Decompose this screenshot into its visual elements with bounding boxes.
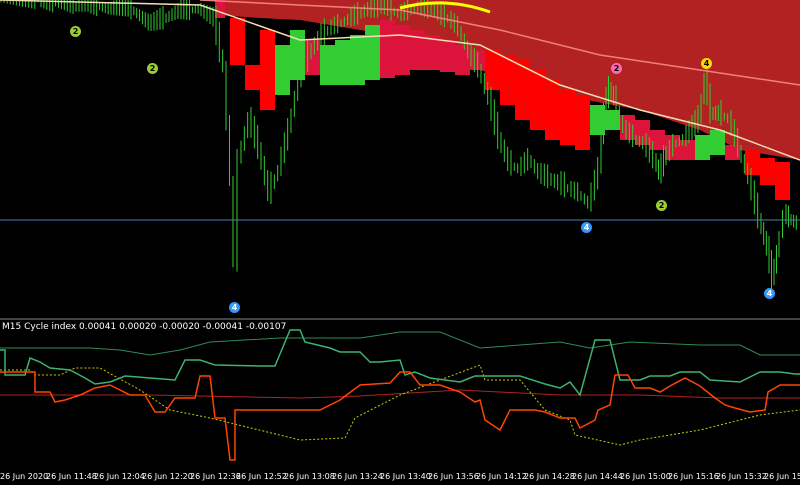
time-tick-label: 26 Jun 14:44 bbox=[572, 472, 623, 481]
lower-level-line bbox=[0, 364, 800, 446]
trend-block bbox=[545, 80, 560, 140]
trend-block bbox=[350, 35, 365, 85]
time-tick-label: 26 Jun 12:20 bbox=[142, 472, 193, 481]
time-tick-label: 26 Jun 15:16 bbox=[668, 472, 719, 481]
trend-block bbox=[560, 90, 575, 145]
cycle-signal-line bbox=[0, 329, 800, 397]
trend-block bbox=[395, 25, 410, 75]
time-tick-label: 26 Jun 13:40 bbox=[380, 472, 431, 481]
time-tick-label: 26 Jun 13:56 bbox=[428, 472, 479, 481]
price-chart-canvas[interactable] bbox=[0, 0, 800, 485]
trend-block bbox=[710, 130, 725, 155]
wave-marker: 2 bbox=[147, 63, 158, 74]
indicator-label: M15 Cycle index 0.00041 0.00020 -0.00020… bbox=[2, 322, 287, 332]
trend-block bbox=[530, 70, 545, 130]
wave-marker: 4 bbox=[581, 222, 592, 233]
time-tick-label: 26 Jun 14:12 bbox=[476, 472, 527, 481]
wave-marker: 2 bbox=[656, 200, 667, 211]
time-tick-label: 26 Jun 15:00 bbox=[620, 472, 671, 481]
time-tick-label: 26 Jun 12:36 bbox=[190, 472, 241, 481]
trend-block bbox=[575, 95, 590, 150]
upper-level-line bbox=[0, 331, 800, 356]
trend-block bbox=[695, 135, 710, 160]
time-tick-label: 26 Jun 15:32 bbox=[716, 472, 767, 481]
trend-block bbox=[365, 25, 380, 80]
time-tick-label: 26 Jun 13:24 bbox=[332, 472, 383, 481]
trend-block bbox=[440, 40, 455, 72]
time-tick-label: 26 Jun 15:4 bbox=[764, 472, 800, 481]
cycle-main-line bbox=[0, 371, 800, 461]
trend-block bbox=[335, 40, 350, 85]
time-tick-label: 26 Jun 12:52 bbox=[236, 472, 287, 481]
trend-block bbox=[260, 30, 275, 110]
wave-marker: 2 bbox=[70, 26, 81, 37]
trend-block bbox=[245, 65, 260, 90]
wave-marker: 2 bbox=[611, 63, 622, 74]
wave-marker: 4 bbox=[701, 58, 712, 69]
time-tick-label: 26 Jun 14:28 bbox=[524, 472, 575, 481]
cycle-index-indicator bbox=[0, 318, 800, 461]
time-tick-label: 26 Jun 2020 bbox=[0, 472, 49, 481]
time-tick-label: 26 Jun 11:48 bbox=[46, 472, 97, 481]
trend-block bbox=[275, 45, 290, 95]
trend-block bbox=[230, 18, 245, 65]
time-tick-label: 26 Jun 13:08 bbox=[284, 472, 335, 481]
trend-block bbox=[775, 162, 790, 200]
trend-block bbox=[590, 105, 605, 135]
time-tick-label: 26 Jun 12:04 bbox=[94, 472, 145, 481]
trend-block bbox=[380, 20, 395, 78]
middle-level-line bbox=[0, 389, 800, 399]
trend-block bbox=[500, 55, 515, 105]
trend-block bbox=[605, 110, 620, 130]
trend-block bbox=[760, 158, 775, 185]
trend-block bbox=[320, 45, 335, 85]
wave-marker: 4 bbox=[229, 302, 240, 313]
wave-marker: 4 bbox=[764, 288, 775, 299]
